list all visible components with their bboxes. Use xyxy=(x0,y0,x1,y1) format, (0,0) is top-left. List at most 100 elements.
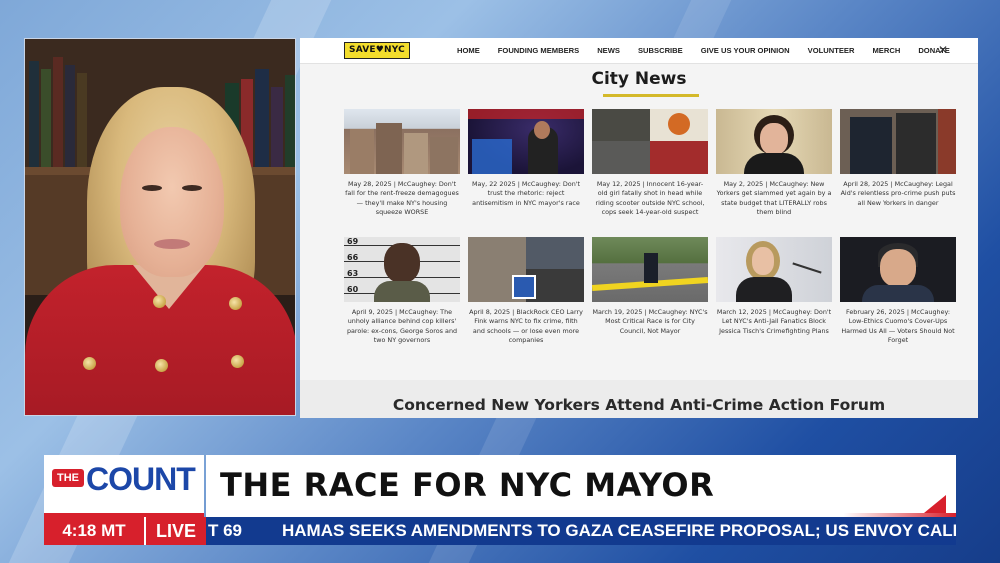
article-caption[interactable]: March 12, 2025 | McCaughey: Don't Let NY… xyxy=(716,308,832,336)
clock: 4:18 MT xyxy=(44,517,144,545)
section-title: City News xyxy=(591,69,687,89)
book xyxy=(65,65,75,167)
jacket-button xyxy=(231,355,244,368)
suspect-figure xyxy=(896,113,936,174)
ticker-text: HAMAS SEEKS AMENDMENTS TO GAZA CEASEFIRE… xyxy=(282,521,956,540)
the-count-logo: THE COUNT xyxy=(44,455,204,517)
nav-founding-members[interactable]: FOUNDING MEMBERS xyxy=(498,46,579,55)
commissioner-suit xyxy=(736,277,792,302)
stage-light xyxy=(472,139,512,174)
article-thumbnail[interactable] xyxy=(344,109,460,174)
article-caption[interactable]: March 19, 2025 | McCaughey: NYC's Most C… xyxy=(592,308,708,336)
site-navbar: SAVE♥NYC HOME FOUNDING MEMBERS NEWS SUBS… xyxy=(300,38,978,64)
article-caption[interactable]: February 26, 2025 | McCaughey: Low-Ethic… xyxy=(840,308,956,346)
door xyxy=(938,109,956,174)
article-caption[interactable]: April 9, 2025 | McCaughey: The unholy al… xyxy=(344,308,460,346)
nav-subscribe[interactable]: SUBSCRIBE xyxy=(638,46,683,55)
book xyxy=(255,69,269,167)
book xyxy=(77,73,87,167)
height-label: 66 xyxy=(347,253,359,262)
mugshot-head xyxy=(384,243,420,283)
article-card[interactable]: April 8, 2025 | BlackRock CEO Larry Fink… xyxy=(468,237,584,346)
article-caption[interactable]: April 8, 2025 | BlackRock CEO Larry Fink… xyxy=(468,308,584,346)
collage-tile xyxy=(592,141,650,174)
forum-headline[interactable]: Concerned New Yorkers Attend Anti-Crime … xyxy=(300,396,978,414)
article-card[interactable]: May 12, 2025 | Innocent 16-year-old girl… xyxy=(592,109,708,218)
book xyxy=(53,57,63,167)
cuomo-suit xyxy=(862,285,934,302)
right-eye xyxy=(182,185,202,191)
nav-links: HOME FOUNDING MEMBERS NEWS SUBSCRIBE GIV… xyxy=(457,46,968,55)
nav-home[interactable]: HOME xyxy=(457,46,480,55)
article-card[interactable]: April 28, 2025 | McCaughey: Legal Aid's … xyxy=(840,109,956,208)
building xyxy=(350,129,374,174)
commissioner-face xyxy=(752,247,774,275)
article-caption[interactable]: April 28, 2025 | McCaughey: Legal Aid's … xyxy=(840,180,956,208)
collage-tile xyxy=(526,237,584,269)
save-nyc-logo[interactable]: SAVE♥NYC xyxy=(344,42,410,59)
article-caption[interactable]: May 28, 2025 | McCaughey: Don't fall for… xyxy=(344,180,460,218)
article-thumbnail[interactable] xyxy=(716,237,832,302)
article-caption[interactable]: May 2, 2025 | McCaughey: New Yorkers get… xyxy=(716,180,832,218)
building xyxy=(404,133,428,174)
ticker-fragment: T 69 xyxy=(208,521,243,540)
cuomo-face xyxy=(880,249,916,287)
article-caption[interactable]: May, 22 2025 | McCaughey: Don't trust th… xyxy=(468,180,584,208)
live-badge: LIVE xyxy=(144,517,206,545)
article-thumbnail[interactable] xyxy=(840,237,956,302)
title-underline xyxy=(603,94,699,97)
inset-photo xyxy=(512,275,536,299)
article-card[interactable]: March 12, 2025 | McCaughey: Don't Let NY… xyxy=(716,237,832,336)
news-ticker: T 69 HAMAS SEEKS AMENDMENTS TO GAZA CEAS… xyxy=(206,517,956,545)
count-wordmark: COUNT xyxy=(86,461,196,497)
nav-merch[interactable]: MERCH xyxy=(872,46,900,55)
nav-volunteer[interactable]: VOLUNTEER xyxy=(808,46,855,55)
article-card[interactable]: May 28, 2025 | McCaughey: Don't fall for… xyxy=(344,109,460,218)
article-thumbnail[interactable] xyxy=(468,109,584,174)
height-label: 60 xyxy=(347,285,359,294)
corner-accent xyxy=(924,495,946,513)
lips xyxy=(154,239,190,249)
nav-news[interactable]: NEWS xyxy=(597,46,620,55)
height-label: 63 xyxy=(347,269,359,278)
jacket-button xyxy=(83,357,96,370)
building xyxy=(376,123,402,174)
article-card[interactable]: February 26, 2025 | McCaughey: Low-Ethic… xyxy=(840,237,956,346)
article-caption[interactable]: May 12, 2025 | Innocent 16-year-old girl… xyxy=(592,180,708,218)
stage-light xyxy=(468,109,584,119)
left-eye xyxy=(142,185,162,191)
speaker-face xyxy=(120,127,224,277)
x-social-icon[interactable]: ✕ xyxy=(938,43,948,57)
microphone xyxy=(792,262,822,274)
article-thumbnail[interactable] xyxy=(592,237,708,302)
article-card[interactable]: May, 22 2025 | McCaughey: Don't trust th… xyxy=(468,109,584,208)
officer xyxy=(644,253,658,283)
governor-face xyxy=(760,123,788,155)
article-thumbnail[interactable]: 69 66 63 60 xyxy=(344,237,460,302)
nav-give-opinion[interactable]: GIVE US YOUR OPINION xyxy=(701,46,790,55)
article-card[interactable]: May 2, 2025 | McCaughey: New Yorkers get… xyxy=(716,109,832,218)
book xyxy=(285,75,295,167)
speaker-head xyxy=(534,121,550,139)
headline: THE RACE FOR NYC MAYOR xyxy=(220,466,715,504)
governor-suit xyxy=(744,153,804,174)
speaker-video xyxy=(24,38,296,416)
jacket-button xyxy=(229,297,242,310)
article-card[interactable]: March 19, 2025 | McCaughey: NYC's Most C… xyxy=(592,237,708,336)
officer-figure xyxy=(850,117,892,174)
article-thumbnail[interactable] xyxy=(840,109,956,174)
book xyxy=(271,87,283,167)
article-thumbnail[interactable] xyxy=(716,109,832,174)
building xyxy=(430,137,458,174)
jacket-button xyxy=(153,295,166,308)
book xyxy=(41,69,51,167)
book xyxy=(29,61,39,167)
basketball xyxy=(668,113,690,135)
article-thumbnail[interactable] xyxy=(468,237,584,302)
article-card[interactable]: 69 66 63 60 April 9, 2025 | McCaughey: T… xyxy=(344,237,460,346)
headline-box: THE RACE FOR NYC MAYOR xyxy=(206,455,956,517)
collage-tile xyxy=(592,109,650,141)
the-badge: THE xyxy=(52,469,84,487)
height-label: 69 xyxy=(347,237,359,246)
article-thumbnail[interactable] xyxy=(592,109,708,174)
